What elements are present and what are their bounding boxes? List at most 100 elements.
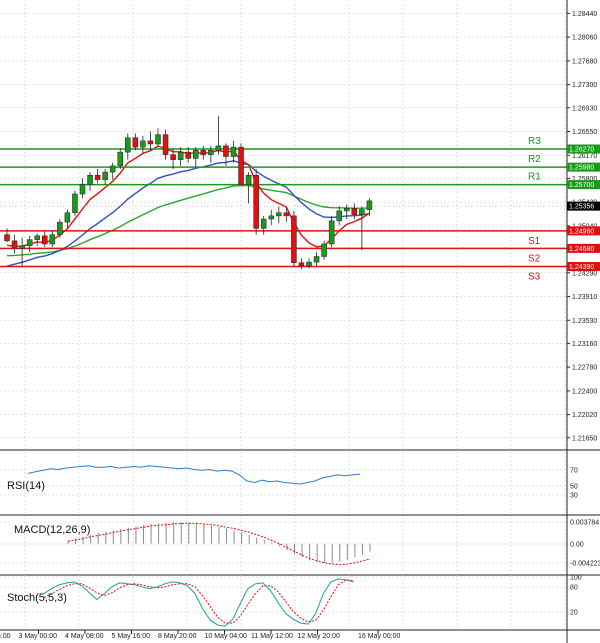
time-tick-label: 3 May 00:00 bbox=[19, 633, 58, 640]
candle-body bbox=[177, 151, 184, 160]
candle-body bbox=[19, 245, 25, 249]
level-name-r2: R2 bbox=[528, 154, 541, 165]
candle-body bbox=[200, 150, 207, 155]
candle-body bbox=[34, 235, 40, 240]
panel-title: MACD(12,26,9) bbox=[14, 524, 90, 536]
time-tick-label: 4 May 08:00 bbox=[65, 633, 104, 640]
candle-body bbox=[117, 151, 123, 167]
level-price-box: 1.24680 bbox=[567, 243, 600, 253]
level-price-box: 1.24960 bbox=[567, 226, 600, 236]
level-price-box-text: 1.25700 bbox=[569, 182, 594, 189]
candle-body bbox=[313, 256, 320, 263]
time-tick-label: 16 May 00:00 bbox=[358, 633, 401, 640]
candle-body bbox=[276, 212, 282, 217]
panel-tick-label: 0.003784 bbox=[570, 520, 599, 527]
candle-body bbox=[140, 140, 146, 148]
panel-2: 100 80 20 Stoch(5,5,3) bbox=[0, 575, 600, 631]
level-name-r1: R1 bbox=[528, 172, 541, 183]
time-tick-label: 10 May 04:00 bbox=[205, 633, 248, 640]
candle-body bbox=[344, 208, 350, 212]
current-price-box: 1.25356 bbox=[567, 201, 600, 211]
chart-canvas: R3 R2 R1 S1 S2 S3 1.28440 1.28060 1.27680 1.2730… bbox=[0, 0, 600, 643]
candle-body bbox=[109, 165, 116, 173]
stoch-main-line bbox=[43, 578, 354, 627]
level-price-box-text: 1.24390 bbox=[569, 264, 594, 271]
candle-body bbox=[268, 215, 274, 220]
panel-tick-label: 20 bbox=[570, 610, 578, 617]
level-price-box: 1.26270 bbox=[567, 144, 600, 154]
candle-body bbox=[366, 200, 373, 210]
price-tick-label: 1.26550 bbox=[572, 129, 597, 136]
candles bbox=[4, 115, 373, 269]
candle-body bbox=[351, 208, 358, 215]
candle-body bbox=[162, 134, 169, 155]
candle-body bbox=[253, 175, 259, 229]
level-name-r3: R3 bbox=[528, 136, 541, 147]
time-tick-label: 12 May 20:00 bbox=[298, 633, 341, 640]
candle-body bbox=[359, 209, 365, 215]
candle-body bbox=[238, 146, 244, 185]
panel-tick-label: 70 bbox=[570, 468, 578, 475]
panel-0: 70 50 30 RSI(14) bbox=[0, 452, 600, 516]
candle-body bbox=[298, 262, 305, 267]
support-resistance-levels: R3 R2 R1 S1 S2 S3 bbox=[0, 136, 567, 283]
level-price-box: 1.25700 bbox=[567, 180, 600, 190]
candle-body bbox=[283, 212, 290, 217]
candle-body bbox=[185, 151, 191, 159]
candle-body bbox=[321, 243, 327, 257]
time-tick-label: 8 May 20:00 bbox=[158, 633, 197, 640]
time-tick-label: 2 May 16:00 bbox=[0, 633, 11, 640]
level-name-s3: S3 bbox=[528, 272, 541, 283]
candle-body bbox=[26, 239, 33, 247]
level-price-box-text: 1.24680 bbox=[569, 246, 594, 253]
candle-body bbox=[193, 150, 199, 159]
panel-title: RSI(14) bbox=[7, 480, 45, 492]
time-tick-label: 11 May 12:00 bbox=[251, 633, 293, 640]
price-tick-label: 1.21650 bbox=[572, 435, 597, 442]
panel-tick-label: -0.004223 bbox=[570, 561, 600, 568]
candle-body bbox=[230, 146, 237, 157]
candle-body bbox=[79, 184, 86, 195]
rsi-line bbox=[27, 465, 361, 485]
panel-tick-label: 30 bbox=[570, 493, 578, 500]
candle-body bbox=[336, 210, 342, 222]
level-price-box: 1.25980 bbox=[567, 162, 600, 172]
candle-body bbox=[132, 137, 139, 148]
level-price-box-text: 1.25980 bbox=[569, 165, 594, 172]
price-tick-label: 1.27680 bbox=[572, 58, 597, 65]
candle-body bbox=[328, 220, 335, 245]
grid bbox=[0, 4, 600, 451]
price-tick-label: 1.22400 bbox=[572, 388, 597, 395]
candle-body bbox=[208, 150, 214, 155]
candle-body bbox=[215, 145, 222, 151]
candle-body bbox=[64, 212, 71, 223]
candle-body bbox=[291, 215, 297, 263]
price-tick-label: 1.26170 bbox=[572, 153, 597, 160]
candle-body bbox=[306, 261, 312, 267]
time-axis: 2 May 16:00 3 May 00:00 4 May 08:00 5 May 1… bbox=[0, 629, 567, 640]
level-price-box-text: 1.24960 bbox=[569, 228, 594, 235]
candle-body bbox=[72, 193, 78, 213]
candle-body bbox=[260, 218, 267, 229]
panel-title: Stoch(5,5,3) bbox=[7, 592, 67, 604]
price-tick-label: 1.23530 bbox=[572, 318, 597, 325]
level-price-box: 1.24390 bbox=[567, 262, 600, 271]
level-name-s2: S2 bbox=[528, 253, 541, 264]
candle-body bbox=[223, 145, 229, 157]
panel-1: 0.003784 0.00 -0.004223 MACD(12,26,9) bbox=[0, 517, 600, 576]
candle-body bbox=[11, 240, 18, 249]
candle-body bbox=[125, 137, 131, 153]
level-price-box-text: 1.26270 bbox=[569, 147, 594, 154]
price-tick-label: 1.28060 bbox=[572, 35, 597, 42]
candle-body bbox=[147, 140, 154, 145]
level-price-boxes: 1.26270 1.25980 1.25700 1.24960 1.24680 1.243… bbox=[567, 144, 600, 271]
candle-body bbox=[94, 175, 101, 180]
candle-body bbox=[49, 234, 56, 245]
time-tick-label: 5 May 16:00 bbox=[112, 633, 151, 640]
indicator-panels: 70 50 30 RSI(14) 0.003784 0.00 -0.004223 MACD(1… bbox=[0, 452, 600, 631]
candle-body bbox=[245, 175, 252, 185]
level-name-s1: S1 bbox=[528, 236, 541, 247]
candle-body bbox=[87, 175, 93, 185]
price-tick-label: 1.28440 bbox=[572, 11, 597, 18]
panel-tick-label: 50 bbox=[570, 484, 578, 491]
